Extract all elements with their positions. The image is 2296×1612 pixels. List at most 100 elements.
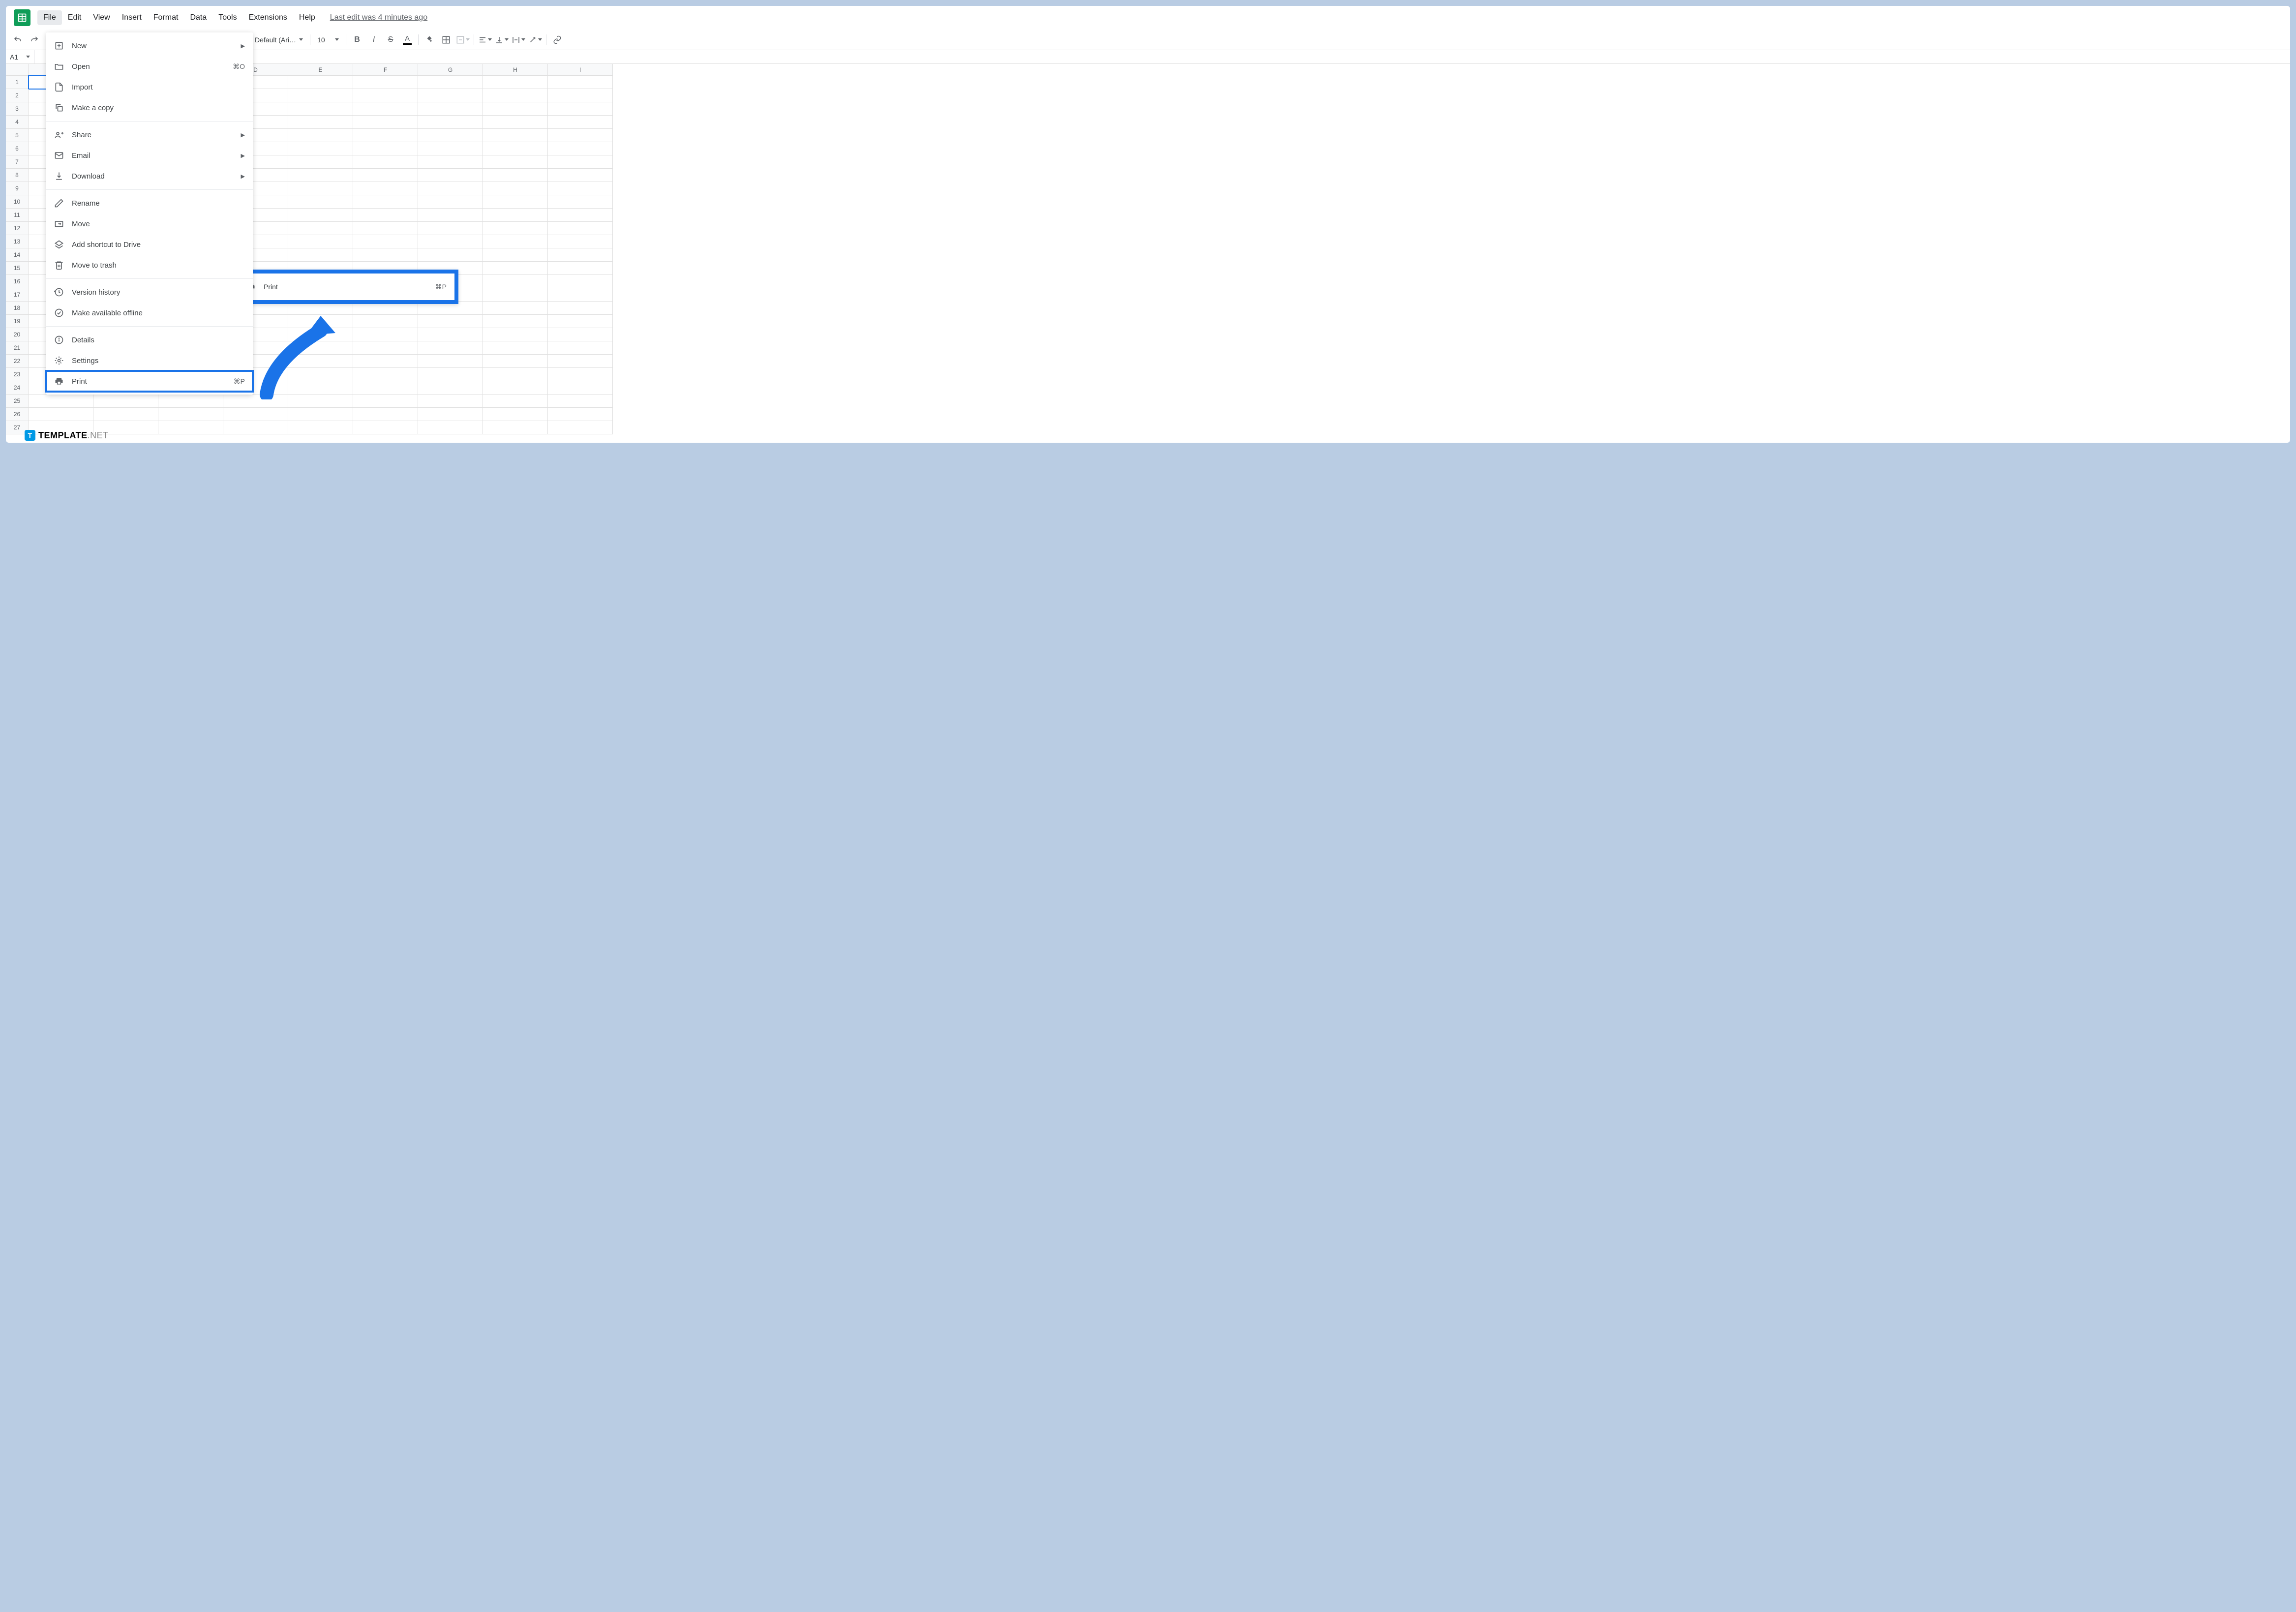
cell[interactable] — [288, 89, 353, 102]
cell[interactable] — [288, 408, 353, 421]
cell[interactable] — [353, 155, 418, 169]
cell[interactable] — [548, 116, 613, 129]
cell[interactable] — [223, 421, 288, 434]
cell[interactable] — [223, 408, 288, 421]
cell[interactable] — [483, 169, 548, 182]
cell[interactable] — [353, 341, 418, 355]
cell[interactable] — [483, 381, 548, 395]
cell[interactable] — [288, 235, 353, 248]
cell[interactable] — [548, 275, 613, 288]
cell[interactable] — [353, 169, 418, 182]
file-menu-details[interactable]: Details — [46, 330, 253, 350]
cell[interactable] — [548, 76, 613, 89]
cell[interactable] — [483, 262, 548, 275]
row-header[interactable]: 18 — [6, 302, 29, 315]
cell[interactable] — [418, 102, 483, 116]
cell[interactable] — [548, 355, 613, 368]
cell[interactable] — [418, 341, 483, 355]
cell[interactable] — [548, 195, 613, 209]
file-menu-make-available-offline[interactable]: Make available offline — [46, 303, 253, 323]
cell[interactable] — [548, 302, 613, 315]
column-header[interactable]: E — [288, 64, 353, 76]
row-header[interactable]: 15 — [6, 262, 29, 275]
row-header[interactable]: 12 — [6, 222, 29, 235]
text-rotation-button[interactable] — [527, 32, 543, 48]
cell[interactable] — [353, 102, 418, 116]
cell[interactable] — [418, 116, 483, 129]
font-select[interactable]: Default (Ari… — [251, 33, 307, 47]
column-header[interactable]: F — [353, 64, 418, 76]
menu-view[interactable]: View — [87, 10, 116, 25]
cell[interactable] — [483, 195, 548, 209]
menu-file[interactable]: File — [37, 10, 62, 25]
menu-extensions[interactable]: Extensions — [243, 10, 293, 25]
cell[interactable] — [548, 328, 613, 341]
cell[interactable] — [483, 421, 548, 434]
select-all-corner[interactable] — [6, 64, 29, 76]
cell[interactable] — [483, 275, 548, 288]
file-menu-version-history[interactable]: Version history — [46, 282, 253, 303]
cell[interactable] — [288, 169, 353, 182]
italic-button[interactable]: I — [366, 32, 382, 48]
cell[interactable] — [548, 408, 613, 421]
text-wrap-button[interactable] — [511, 32, 526, 48]
cell[interactable] — [548, 142, 613, 155]
cell[interactable] — [483, 142, 548, 155]
file-menu-add-shortcut-to-drive[interactable]: Add shortcut to Drive — [46, 234, 253, 255]
file-menu-share[interactable]: Share▶ — [46, 124, 253, 145]
cell[interactable] — [548, 315, 613, 328]
file-menu-settings[interactable]: Settings — [46, 350, 253, 371]
cell[interactable] — [483, 155, 548, 169]
row-header[interactable]: 7 — [6, 155, 29, 169]
cell[interactable] — [288, 116, 353, 129]
cell[interactable] — [418, 408, 483, 421]
cell[interactable] — [418, 209, 483, 222]
row-header[interactable]: 4 — [6, 116, 29, 129]
cell[interactable] — [353, 76, 418, 89]
fill-color-button[interactable] — [422, 32, 437, 48]
row-header[interactable]: 19 — [6, 315, 29, 328]
cell[interactable] — [548, 169, 613, 182]
cell[interactable] — [353, 408, 418, 421]
bold-button[interactable]: B — [349, 32, 365, 48]
cell[interactable] — [548, 222, 613, 235]
cell[interactable] — [483, 288, 548, 302]
cell[interactable] — [483, 102, 548, 116]
cell[interactable] — [288, 248, 353, 262]
cell[interactable] — [288, 76, 353, 89]
file-menu-download[interactable]: Download▶ — [46, 166, 253, 186]
callout-print-item[interactable]: Print ⌘P — [238, 274, 454, 300]
cell[interactable] — [29, 395, 93, 408]
cell[interactable] — [288, 142, 353, 155]
borders-button[interactable] — [438, 32, 454, 48]
cell[interactable] — [548, 89, 613, 102]
row-header[interactable]: 13 — [6, 235, 29, 248]
row-header[interactable]: 9 — [6, 182, 29, 195]
row-header[interactable]: 5 — [6, 129, 29, 142]
merge-cells-button[interactable] — [455, 32, 471, 48]
cell[interactable] — [483, 328, 548, 341]
cell[interactable] — [418, 89, 483, 102]
sheet-grid[interactable]: ABCDEFGHI 123456789101112131415161718192… — [6, 64, 2290, 434]
cell[interactable] — [418, 182, 483, 195]
menu-tools[interactable]: Tools — [212, 10, 242, 25]
cell[interactable] — [418, 155, 483, 169]
file-menu-new[interactable]: New▶ — [46, 35, 253, 56]
cell[interactable] — [418, 169, 483, 182]
cell[interactable] — [548, 209, 613, 222]
cell[interactable] — [483, 368, 548, 381]
row-header[interactable]: 10 — [6, 195, 29, 209]
cell[interactable] — [418, 315, 483, 328]
cell[interactable] — [418, 129, 483, 142]
cell[interactable] — [548, 381, 613, 395]
cell[interactable] — [288, 182, 353, 195]
cell[interactable] — [483, 408, 548, 421]
file-menu-rename[interactable]: Rename — [46, 193, 253, 213]
text-color-button[interactable]: A — [399, 32, 415, 48]
menu-edit[interactable]: Edit — [62, 10, 88, 25]
row-header[interactable]: 26 — [6, 408, 29, 421]
cell[interactable] — [548, 235, 613, 248]
column-header[interactable]: G — [418, 64, 483, 76]
cell[interactable] — [353, 222, 418, 235]
file-menu-print[interactable]: Print⌘P — [46, 371, 253, 392]
